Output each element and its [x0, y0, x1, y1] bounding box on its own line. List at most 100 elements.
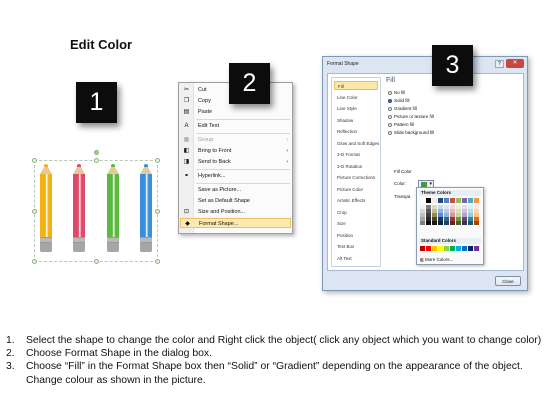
color-swatch[interactable]: [474, 246, 479, 251]
nav-item-shadow[interactable]: Shadow: [334, 116, 378, 125]
menu-item-label: Edit Text: [198, 123, 219, 129]
resize-handle[interactable]: [94, 259, 99, 264]
pencil-shape-group[interactable]: [32, 150, 160, 264]
nav-item-position[interactable]: Position: [334, 231, 378, 240]
color-swatch[interactable]: [450, 221, 455, 225]
fill-option-label: Pattern fill: [394, 122, 415, 127]
color-swatch[interactable]: [456, 198, 461, 203]
fill-option-radio[interactable]: Picture or texture fill: [388, 113, 434, 120]
size-icon: ⊡: [183, 209, 190, 215]
nav-item-fill[interactable]: Fill: [334, 81, 378, 90]
nav-item-glow-and-soft-edges[interactable]: Glow and Soft Edges: [334, 139, 379, 148]
menu-item-edit-text[interactable]: A Edit Text: [180, 121, 291, 131]
color-swatch[interactable]: [426, 198, 431, 203]
close-icon[interactable]: ✕: [506, 59, 524, 68]
color-swatch[interactable]: [432, 246, 437, 251]
nav-item-reflection[interactable]: Reflection: [334, 127, 378, 136]
pencil-blue[interactable]: [140, 164, 152, 259]
radio-icon: [388, 130, 392, 135]
fill-option-label: Solid fill: [394, 98, 410, 103]
menu-item-set-as-default-shape[interactable]: Set as Default Shape: [180, 196, 291, 206]
hyperlink-icon: ⚭: [183, 173, 190, 179]
color-swatch[interactable]: [456, 221, 461, 225]
nav-item-line-style[interactable]: Line Style: [334, 104, 378, 113]
more-colors-item[interactable]: More Colors...: [420, 257, 453, 262]
resize-handle[interactable]: [155, 259, 160, 264]
color-swatch[interactable]: [426, 246, 431, 251]
nav-item-picture-corrections[interactable]: Picture Corrections: [334, 173, 378, 182]
transparency-label: Transpa: [394, 194, 411, 199]
menu-item-hyperlink[interactable]: ⚭ Hyperlink...: [180, 171, 291, 181]
instruction-step: 2. Choose Format Shape in the dialog box.: [6, 347, 554, 360]
step-badge-2: 2: [229, 63, 270, 104]
color-swatch[interactable]: [468, 221, 473, 225]
help-button[interactable]: ?: [495, 60, 504, 68]
nav-item-3-d-rotation[interactable]: 3-D Rotation: [334, 162, 378, 171]
fill-option-radio[interactable]: Solid fill: [388, 97, 410, 104]
color-wheel-icon: [420, 257, 424, 262]
color-swatch[interactable]: [462, 198, 467, 203]
color-swatch[interactable]: [420, 221, 425, 225]
color-swatch[interactable]: [432, 198, 437, 203]
menu-separator: [196, 169, 290, 170]
nav-item-line-color[interactable]: Line Color: [334, 93, 378, 102]
rotation-handle[interactable]: [94, 150, 99, 155]
resize-handle[interactable]: [94, 158, 99, 163]
standard-grid: [420, 246, 479, 252]
pencil-eraser: [40, 243, 52, 252]
color-swatch[interactable]: [420, 198, 425, 203]
color-label: Color:: [394, 181, 407, 186]
resize-handle[interactable]: [32, 158, 37, 163]
color-swatch[interactable]: [450, 198, 455, 203]
nav-item-artistic-effects[interactable]: Artistic Effects: [334, 196, 378, 205]
menu-item-size-and-position[interactable]: ⊡ Size and Position...: [180, 207, 291, 217]
color-swatch[interactable]: [432, 221, 437, 225]
pencil-tip: [40, 164, 52, 174]
fill-option-radio[interactable]: Gradient fill: [388, 105, 417, 112]
color-swatch[interactable]: [426, 221, 431, 225]
menu-item-label: Bring to Front: [198, 148, 232, 154]
menu-item-format-shape[interactable]: ◆ Format Shape...: [180, 218, 291, 228]
color-swatch[interactable]: [444, 198, 449, 203]
color-swatch[interactable]: [438, 246, 443, 251]
color-swatch[interactable]: [444, 246, 449, 251]
close-button[interactable]: Close: [495, 276, 521, 286]
color-swatch[interactable]: [438, 198, 443, 203]
pencil-green[interactable]: [107, 164, 119, 259]
nav-item-picture-color[interactable]: Picture Color: [334, 185, 378, 194]
color-swatch[interactable]: [468, 246, 473, 251]
resize-handle[interactable]: [155, 158, 160, 163]
nav-item-crop[interactable]: Crop: [334, 208, 378, 217]
color-swatch[interactable]: [462, 221, 467, 225]
color-swatch[interactable]: [462, 246, 467, 251]
fill-option-radio[interactable]: Slide background fill: [388, 129, 434, 136]
nav-item-text-box[interactable]: Text Box: [334, 242, 378, 251]
menu-item-bring-to-front[interactable]: ◧ Bring to Front ›: [180, 146, 291, 156]
fill-option-radio[interactable]: Pattern fill: [388, 121, 414, 128]
menu-item-group[interactable]: ▦ Group ›: [180, 135, 291, 145]
pencil-yellow[interactable]: [40, 164, 52, 259]
nav-item-size[interactable]: Size: [334, 219, 378, 228]
color-swatch[interactable]: [420, 246, 425, 251]
pencil-red[interactable]: [73, 164, 85, 259]
resize-handle[interactable]: [32, 259, 37, 264]
fill-option-radio[interactable]: No fill: [388, 89, 405, 96]
context-menu: ✂ Cut ❐ Copy ▤ Paste A Edit Text ▦ Group › ◧ Bring t…: [178, 82, 293, 234]
color-swatch[interactable]: [438, 221, 443, 225]
color-swatch[interactable]: [444, 221, 449, 225]
color-swatch[interactable]: [474, 198, 479, 203]
menu-item-send-to-back[interactable]: ◨ Send to Back ›: [180, 157, 291, 167]
resize-handle[interactable]: [32, 209, 37, 214]
radio-icon: [388, 90, 392, 95]
step-badge-3: 3: [432, 45, 473, 86]
menu-item-save-as-picture[interactable]: Save as Picture...: [180, 185, 291, 195]
color-swatch[interactable]: [468, 198, 473, 203]
menu-item-paste[interactable]: ▤ Paste: [180, 107, 291, 117]
nav-item-3-d-format[interactable]: 3-D Format: [334, 150, 378, 159]
nav-item-alt-text[interactable]: Alt Text: [334, 254, 378, 263]
resize-handle[interactable]: [155, 209, 160, 214]
color-swatch[interactable]: [474, 221, 479, 225]
color-swatch[interactable]: [456, 246, 461, 251]
step-text: Choose “Fill” in the Format Shape box th…: [26, 361, 523, 386]
color-swatch[interactable]: [450, 246, 455, 251]
